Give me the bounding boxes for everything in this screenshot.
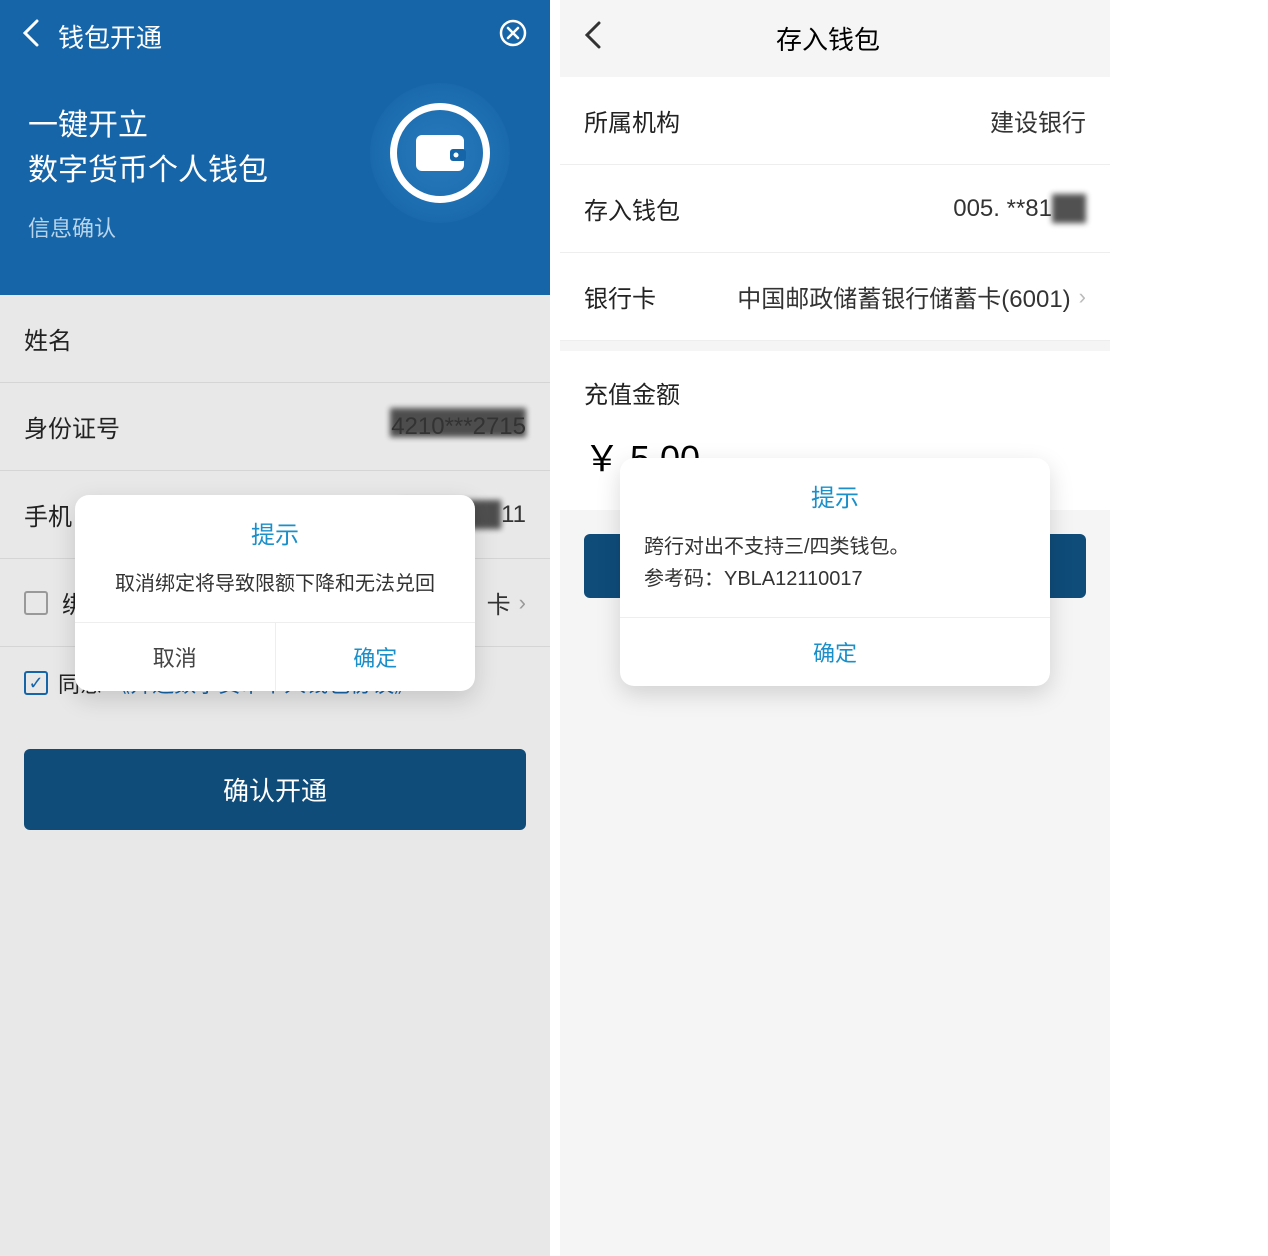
currency-symbol: ￥ <box>584 438 620 479</box>
screen-wallet-open: 钱包开通 一键开立 数字货币个人钱包 信息确认 姓名 <box>0 0 550 1256</box>
dialog-ok-button[interactable]: 确定 <box>620 618 1050 686</box>
dialog-buttons: 确定 <box>620 617 1050 686</box>
card-value: 中国邮政储蓄银行储蓄卡(6001) <box>737 279 1070 314</box>
row-org[interactable]: 所属机构 建设银行 <box>560 77 1110 165</box>
org-value: 建设银行 <box>990 103 1086 138</box>
dialog-error: 提示 跨行对出不支持三/四类钱包。 参考码：YBLA12110017 确定 <box>620 458 1050 686</box>
dialog-message-line2: 参考码：YBLA12110017 <box>644 563 1026 595</box>
org-label: 所属机构 <box>584 103 990 138</box>
dialog-message: 取消绑定将导致限额下降和无法兑回 <box>75 564 475 622</box>
dialog-title: 提示 <box>75 495 475 564</box>
dialog-message: 跨行对出不支持三/四类钱包。 参考码：YBLA12110017 <box>620 527 1050 617</box>
dialog-cancel-button[interactable]: 取消 <box>75 623 276 691</box>
dialog-title: 提示 <box>620 458 1050 527</box>
dialog-unbind-warning: 提示 取消绑定将导致限额下降和无法兑回 取消 确定 <box>75 495 475 691</box>
chevron-right-icon: › <box>1079 284 1086 310</box>
screen-deposit: 存入钱包 所属机构 建设银行 存入钱包 005. **81██ 银行卡 中国邮政… <box>560 0 1110 1256</box>
titlebar: 存入钱包 <box>560 0 1110 77</box>
dialog-buttons: 取消 确定 <box>75 622 475 691</box>
wallet-label: 存入钱包 <box>584 191 953 226</box>
amount-label: 充值金额 <box>560 351 1110 422</box>
page-title: 存入钱包 <box>570 20 1086 57</box>
separator <box>560 341 1110 351</box>
row-card[interactable]: 银行卡 中国邮政储蓄银行储蓄卡(6001) › <box>560 253 1110 341</box>
card-label: 银行卡 <box>584 279 737 314</box>
dialog-message-line1: 跨行对出不支持三/四类钱包。 <box>644 531 1026 563</box>
wallet-value: 005. **81██ <box>953 195 1086 223</box>
dialog-ok-button[interactable]: 确定 <box>276 623 476 691</box>
row-wallet[interactable]: 存入钱包 005. **81██ <box>560 165 1110 253</box>
